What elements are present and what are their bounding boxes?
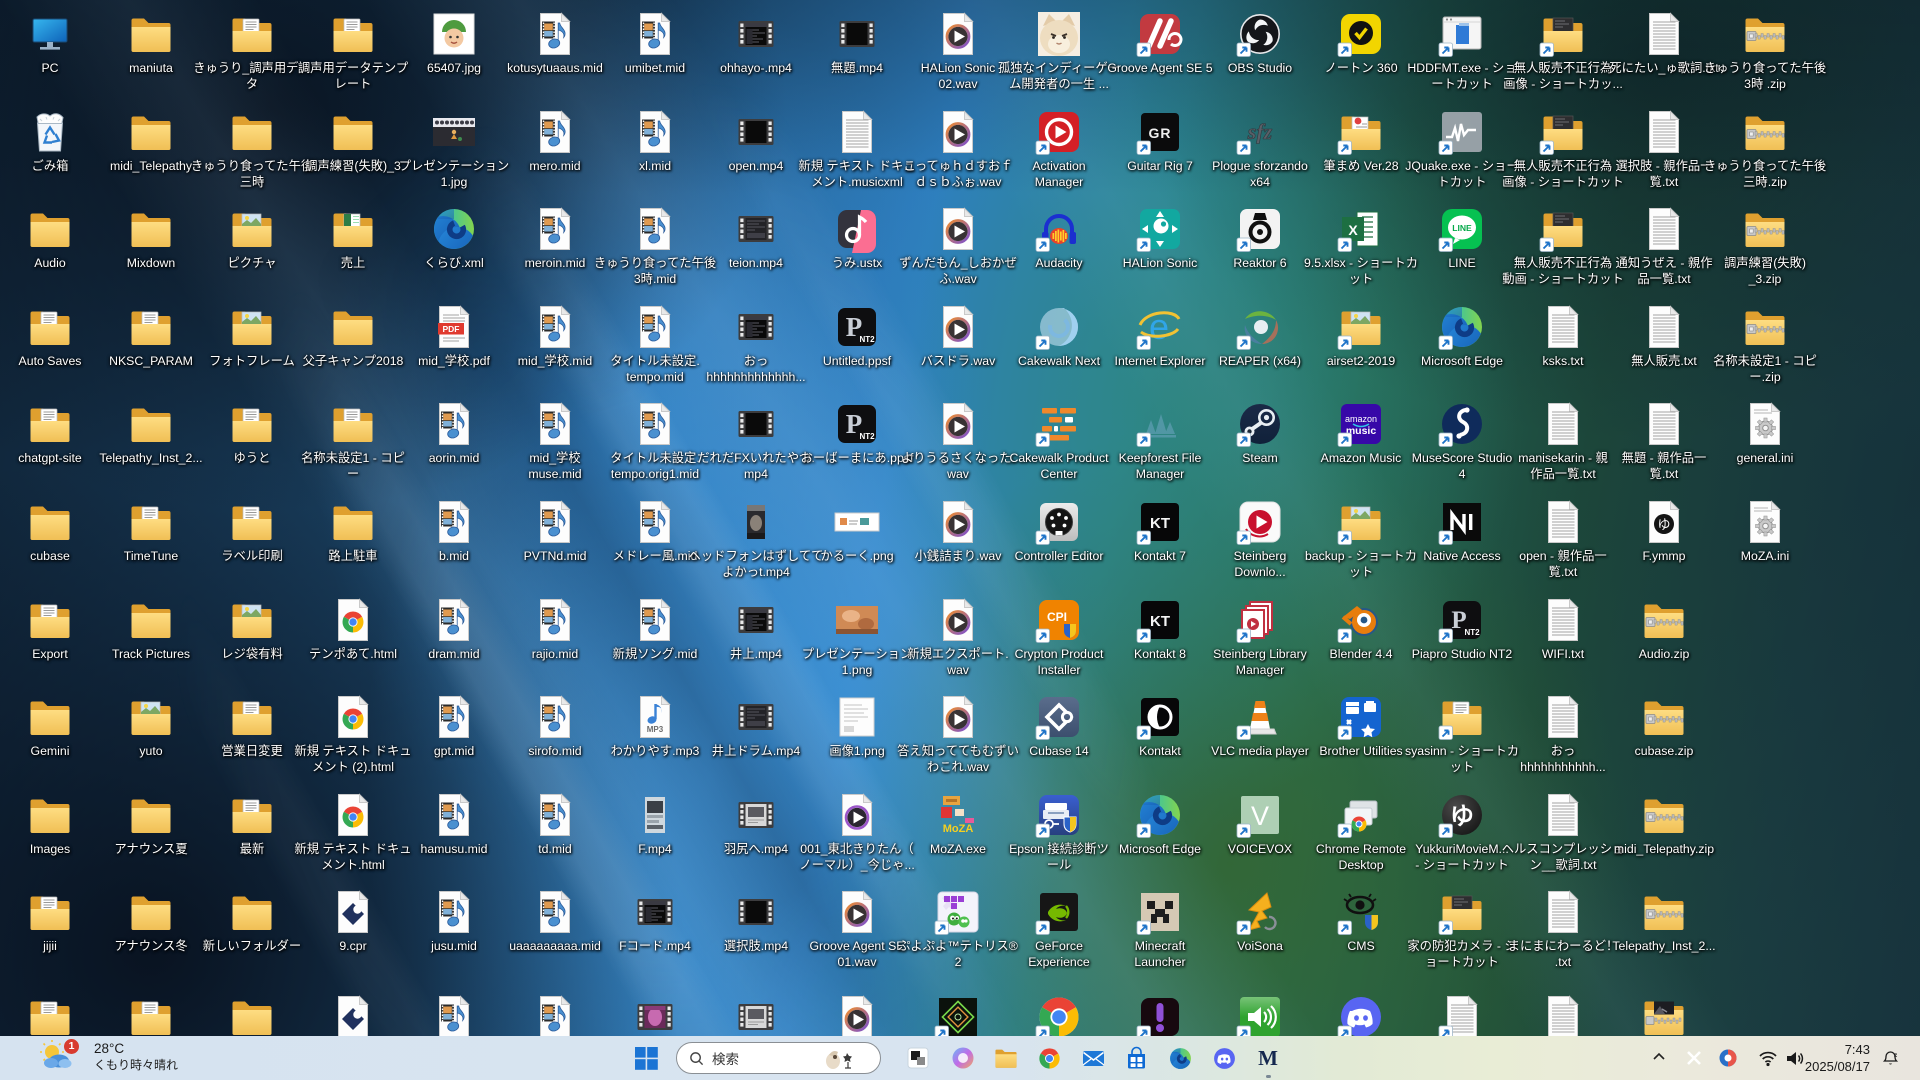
svg-text:z: z [1894, 1052, 1898, 1059]
